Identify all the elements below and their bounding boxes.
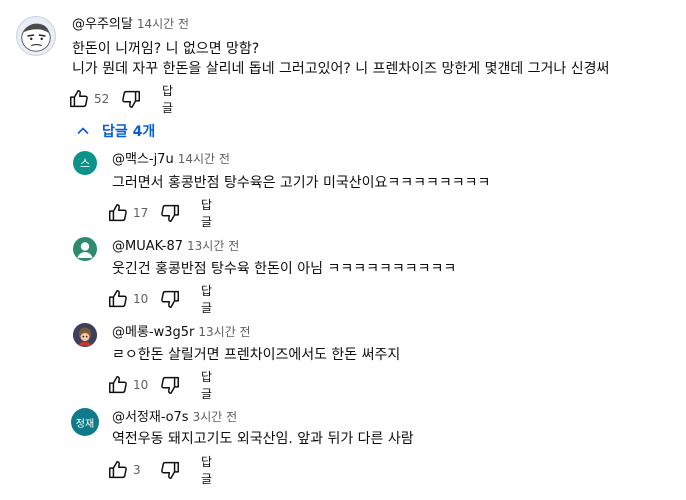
thumbs-up-icon — [109, 290, 127, 308]
reply-text: 웃긴건 홍콩반점 탕수육 한돈이 아님 ㅋㅋㅋㅋㅋㅋㅋㅋㅋㅋ — [112, 261, 457, 277]
dislike-button[interactable] — [159, 373, 181, 397]
comment-time[interactable]: 14시간 전 — [137, 17, 189, 31]
like-count: 3 — [133, 463, 141, 477]
avatar[interactable]: 정재 — [71, 408, 99, 436]
dislike-button[interactable] — [159, 287, 181, 311]
comment-header: @우주의달 14시간 전 — [72, 15, 189, 34]
reply-header: @맥스-j7u 14시간 전 — [112, 150, 230, 169]
like-button[interactable] — [107, 201, 129, 225]
reply-text: 그러면서 홍콩반점 탕수육은 고기가 미국산이요ㅋㅋㅋㅋㅋㅋㅋㅋ — [112, 175, 491, 191]
reply-button[interactable]: 답글 — [201, 453, 216, 487]
thumbs-down-icon — [161, 376, 179, 394]
reply-button[interactable]: 답글 — [162, 82, 178, 116]
reply-time[interactable]: 13시간 전 — [198, 325, 250, 339]
thumbs-up-icon — [109, 461, 127, 479]
avatar[interactable]: 스 — [73, 151, 97, 175]
reply-button[interactable]: 답글 — [201, 196, 217, 230]
reply-author[interactable]: @메롱-w3g5r — [112, 325, 194, 340]
thumbs-up-icon — [109, 376, 127, 394]
reply-actions: 10 답글 — [107, 370, 217, 401]
reply-time[interactable]: 3시간 전 — [193, 410, 238, 424]
like-button[interactable] — [107, 373, 129, 397]
thumbs-up-icon — [109, 204, 127, 222]
like-button[interactable] — [107, 287, 129, 311]
dislike-button[interactable] — [120, 87, 142, 111]
reply-actions: 17 답글 — [107, 198, 217, 229]
avatar[interactable] — [16, 16, 56, 56]
avatar[interactable] — [73, 237, 97, 261]
like-button[interactable] — [107, 458, 129, 482]
chevron-up-icon — [77, 127, 89, 135]
replies-toggle-label: 답글 4개 — [102, 124, 156, 140]
reply-time[interactable]: 14시간 전 — [178, 152, 230, 166]
like-count: 10 — [133, 378, 149, 392]
like-count: 10 — [133, 292, 149, 306]
reply-text: ㄹㅇ한돈 살릴거면 프렌차이즈에서도 한돈 써주지 — [112, 347, 401, 363]
reply-actions: 3 답글 — [107, 455, 216, 486]
like-button[interactable] — [68, 87, 90, 111]
comment-actions: 52 답글 — [68, 84, 178, 115]
person-icon — [77, 242, 93, 258]
thumbs-down-icon — [161, 204, 179, 222]
thumbs-down-icon — [161, 461, 179, 479]
reply-author[interactable]: @맥스-j7u — [112, 152, 174, 167]
reply-author[interactable]: @MUAK-87 — [112, 239, 183, 254]
thumbs-up-icon — [70, 90, 88, 108]
reply-button[interactable]: 답글 — [201, 368, 217, 402]
like-count: 17 — [133, 206, 149, 220]
avatar[interactable] — [73, 323, 97, 347]
dislike-button[interactable] — [159, 458, 181, 482]
reply-header: @메롱-w3g5r 13시간 전 — [112, 323, 251, 342]
reply-button[interactable]: 답글 — [201, 282, 217, 316]
character-avatar-icon — [73, 323, 97, 347]
reply-actions: 10 답글 — [107, 284, 217, 315]
thumbs-down-icon — [161, 290, 179, 308]
dislike-button[interactable] — [159, 201, 181, 225]
reply-time[interactable]: 13시간 전 — [187, 239, 239, 253]
reply-header: @서정재-o7s 3시간 전 — [112, 408, 237, 427]
cartoon-face-icon — [21, 23, 51, 52]
reply-text: 역전우동 돼지고기도 외국산임. 앞과 뒤가 다른 사람 — [112, 431, 414, 447]
comment-author[interactable]: @우주의달 — [72, 17, 133, 32]
avatar-initials: 정재 — [75, 418, 95, 430]
reply-header: @MUAK-87 13시간 전 — [112, 237, 239, 256]
avatar-initials: 스 — [79, 157, 91, 170]
comment-text-line-2: 니가 뭔데 자꾸 한돈을 살리네 돕네 그러고있어? 니 프렌차이즈 망한게 몇… — [72, 61, 610, 77]
reply-author[interactable]: @서정재-o7s — [112, 410, 189, 425]
thumbs-down-icon — [122, 90, 140, 108]
comment-text-line-1: 한돈이 니꺼임? 니 없으면 망함? — [72, 41, 260, 57]
replies-toggle-button[interactable]: 답글 4개 — [76, 121, 155, 141]
like-count: 52 — [94, 92, 110, 106]
